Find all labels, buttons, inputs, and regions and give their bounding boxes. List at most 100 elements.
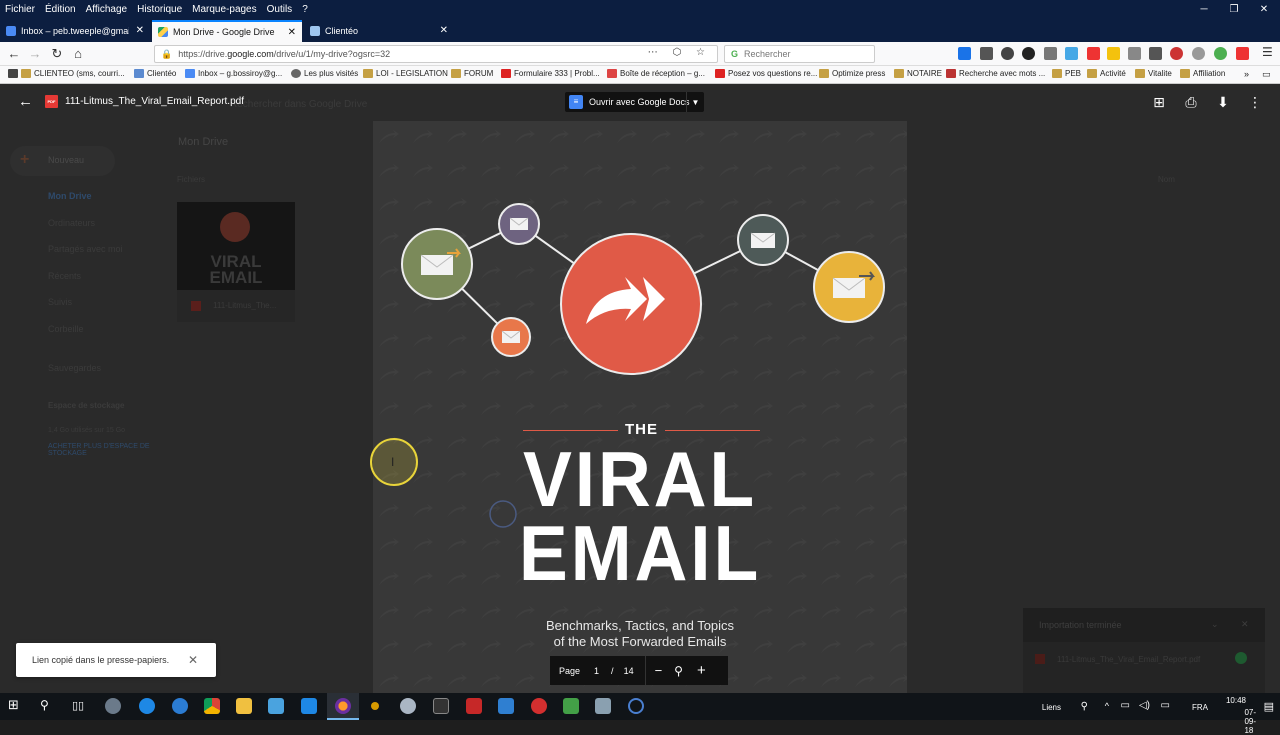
cloud-icon[interactable] bbox=[1065, 47, 1078, 60]
menu-help[interactable]: ? bbox=[297, 4, 313, 15]
extension-icon[interactable] bbox=[1022, 47, 1035, 60]
file-explorer-icon[interactable] bbox=[236, 698, 252, 714]
reload-icon[interactable]: ↻ bbox=[49, 46, 65, 62]
bookmark-item[interactable]: Les plus visités bbox=[291, 69, 358, 78]
sort-name-label[interactable]: Nom bbox=[1158, 175, 1175, 184]
breadcrumb[interactable]: Mon Drive bbox=[178, 136, 228, 148]
bookmark-item[interactable]: Optimize press bbox=[819, 69, 885, 78]
sidebar-item-partages[interactable]: Partagés avec moi bbox=[48, 244, 123, 254]
extension-icon[interactable] bbox=[1149, 47, 1162, 60]
close-window-icon[interactable]: ✕ bbox=[1248, 0, 1280, 18]
close-icon[interactable]: ✕ bbox=[1241, 619, 1249, 630]
home-icon[interactable]: ⌂ bbox=[70, 46, 86, 62]
tab-inbox[interactable]: Inbox – peb.tweeple@gmail.co ✕ bbox=[0, 20, 150, 42]
internet-explorer-icon[interactable] bbox=[172, 698, 188, 714]
language-indicator[interactable]: FRA bbox=[1192, 703, 1208, 712]
close-tab-icon[interactable]: ✕ bbox=[440, 25, 448, 36]
battery-icon[interactable]: ▭ bbox=[1161, 700, 1170, 711]
clock-date[interactable]: 07-09-18 bbox=[1244, 708, 1256, 735]
minimize-window-icon[interactable]: ─ bbox=[1188, 0, 1220, 18]
app-icon[interactable] bbox=[563, 698, 579, 714]
bookmark-item[interactable]: FORUM bbox=[451, 69, 493, 78]
app-icon[interactable] bbox=[400, 698, 416, 714]
add-to-drive-icon[interactable]: ⊞ bbox=[1151, 94, 1167, 111]
new-badge-icon[interactable] bbox=[1236, 47, 1249, 60]
tab-clienteo[interactable]: Clientéo ✕ bbox=[304, 20, 454, 42]
page-actions-icon[interactable]: ⋯ ⬡ ☆ bbox=[648, 47, 711, 58]
extension-icon[interactable] bbox=[1214, 47, 1227, 60]
close-tab-icon[interactable]: ✕ bbox=[288, 27, 296, 38]
open-with-dropdown-icon[interactable]: ▼ bbox=[686, 92, 704, 112]
close-tab-icon[interactable]: ✕ bbox=[136, 25, 144, 36]
buy-storage-link[interactable]: ACHETER PLUS D'ESPACE DE STOCKAGE bbox=[48, 443, 158, 457]
close-icon[interactable]: ✕ bbox=[188, 653, 198, 667]
extension-badge-icon[interactable] bbox=[1087, 47, 1100, 60]
clock-time[interactable]: 10:48 bbox=[1226, 696, 1246, 705]
volume-icon[interactable]: ◁) bbox=[1139, 700, 1150, 711]
hamburger-menu-icon[interactable]: ☰ bbox=[1262, 45, 1275, 59]
app-icon[interactable] bbox=[105, 698, 121, 714]
back-icon[interactable]: ← bbox=[6, 46, 22, 62]
sidebar-item-sauvegardes[interactable]: Sauvegardes bbox=[48, 363, 101, 373]
page-current-input[interactable]: 1 bbox=[594, 666, 599, 676]
extension-icon[interactable] bbox=[1192, 47, 1205, 60]
zoom-icon[interactable]: ⚲ bbox=[674, 664, 683, 678]
forward-icon[interactable]: → bbox=[27, 46, 43, 62]
bookmark-item[interactable]: Recherche avec mots ... bbox=[946, 69, 1045, 78]
edge-icon[interactable] bbox=[139, 698, 155, 714]
chrome-icon[interactable] bbox=[204, 698, 220, 714]
open-with-google-docs-button[interactable]: ≡ Ouvrir avec Google Docs ▼ bbox=[565, 92, 704, 112]
app-icon[interactable] bbox=[268, 698, 284, 714]
firefox-icon[interactable] bbox=[335, 698, 351, 714]
app-icon[interactable] bbox=[595, 698, 611, 714]
library-icon[interactable] bbox=[980, 47, 993, 60]
zoom-out-icon[interactable]: − bbox=[655, 663, 663, 678]
url-bar[interactable]: 🔒 https://drive. google.com/drive/u/1/my-… bbox=[154, 45, 718, 63]
bookmark-item[interactable]: Activité bbox=[1087, 69, 1126, 78]
app-icon[interactable] bbox=[531, 698, 547, 714]
extension-icon[interactable] bbox=[1001, 47, 1014, 60]
bookmark-item[interactable]: LOI - LEGISLATION bbox=[363, 69, 448, 78]
app-icon[interactable] bbox=[367, 698, 383, 714]
download-icon[interactable] bbox=[958, 47, 971, 60]
bookmark-item[interactable]: NOTAIRE bbox=[894, 69, 942, 78]
bookmark-item[interactable]: Boîte de réception – g... bbox=[607, 69, 705, 78]
sidebar-item-suivis[interactable]: Suivis bbox=[48, 297, 72, 307]
menu-edition[interactable]: Édition bbox=[40, 4, 81, 15]
bookmark-item[interactable]: CLIENTEO (sms, courri... bbox=[8, 69, 125, 78]
bookmark-item[interactable]: Clientéo bbox=[134, 69, 176, 78]
sidebar-item-ordinateurs[interactable]: Ordinateurs bbox=[48, 218, 95, 228]
task-view-icon[interactable]: ▯▯ bbox=[72, 699, 88, 715]
network-icon[interactable]: ▭ bbox=[1121, 700, 1130, 711]
search-icon[interactable]: ⚲ bbox=[40, 698, 56, 714]
sidebar-item-mon-drive[interactable]: Mon Drive bbox=[48, 191, 92, 201]
chevron-up-icon[interactable]: ^ bbox=[1105, 701, 1109, 711]
file-thumbnail[interactable]: VIRAL EMAIL bbox=[177, 202, 295, 290]
windows-start-icon[interactable]: ⊞ bbox=[8, 697, 24, 713]
search-bar[interactable]: G Rechercher bbox=[724, 45, 875, 63]
sidebar-item-recents[interactable]: Récents bbox=[48, 271, 81, 281]
bookmark-item[interactable]: Formulaire 333 | Probl... bbox=[501, 69, 600, 78]
more-options-icon[interactable]: ⋮ bbox=[1247, 94, 1263, 111]
bookmark-item[interactable]: Posez vos questions re... bbox=[715, 69, 817, 78]
print-icon[interactable]: ⎙ bbox=[1183, 94, 1199, 111]
menu-outils[interactable]: Outils bbox=[262, 4, 298, 15]
extension-icon[interactable] bbox=[1128, 47, 1141, 60]
restore-window-icon[interactable]: ❐ bbox=[1218, 0, 1250, 18]
links-toolbar-label[interactable]: Liens bbox=[1042, 703, 1061, 712]
pen-icon[interactable] bbox=[1044, 47, 1057, 60]
collapse-icon[interactable]: ⌄ bbox=[1211, 619, 1219, 630]
menu-fichier[interactable]: Fichier bbox=[0, 4, 40, 15]
upload-row[interactable]: 111-Litmus_The_Viral_Email_Report.pdf bbox=[1035, 652, 1247, 664]
bookmark-item[interactable]: Affiliation bbox=[1180, 69, 1225, 78]
back-arrow-icon[interactable]: ← bbox=[18, 93, 33, 110]
app-icon[interactable] bbox=[628, 698, 644, 714]
new-button[interactable]: + Nouveau bbox=[10, 146, 115, 176]
sticky-note-icon[interactable] bbox=[1107, 47, 1120, 60]
people-icon[interactable]: ⚲ bbox=[1081, 701, 1088, 712]
menu-marque-pages[interactable]: Marque-pages bbox=[187, 4, 261, 15]
app-icon[interactable] bbox=[498, 698, 514, 714]
app-icon[interactable] bbox=[433, 698, 449, 714]
notifications-icon[interactable]: ▤ bbox=[1264, 700, 1274, 713]
download-icon[interactable]: ⬇ bbox=[1215, 94, 1231, 111]
